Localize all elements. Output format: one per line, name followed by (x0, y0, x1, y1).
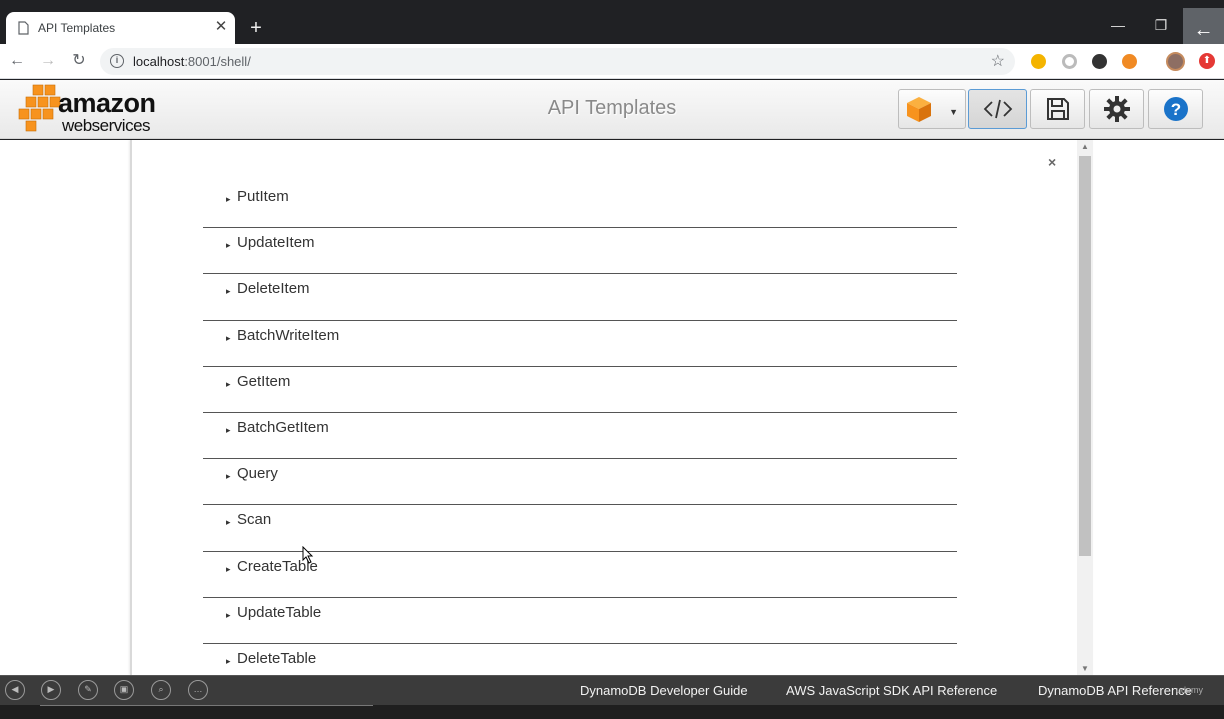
expand-arrow-icon: ▸ (226, 424, 231, 435)
zoom-icon[interactable]: ⌕ (151, 680, 171, 700)
list-item[interactable]: ▸ UpdateTable (203, 598, 957, 644)
scrollbar-thumb[interactable] (1079, 156, 1091, 556)
update-icon[interactable]: ⬆ (1199, 53, 1215, 69)
cube-icon (907, 97, 931, 122)
list-item-label: DeleteItem (237, 280, 310, 298)
restore-button[interactable]: ❐ (1141, 14, 1181, 36)
url-path: :8001/shell/ (184, 54, 251, 69)
address-bar[interactable]: i localhost:8001/shell/ ☆ (100, 48, 1015, 75)
help-button[interactable]: ? (1148, 89, 1203, 129)
list-item-label: UpdateItem (237, 234, 315, 252)
video-progress-fill (40, 705, 373, 706)
list-item[interactable]: ▸ BatchWriteItem (203, 321, 957, 367)
expand-arrow-icon: ▸ (226, 655, 231, 666)
extension-icon[interactable] (1062, 54, 1077, 69)
dynamodb-menu-button[interactable]: ▼ (898, 89, 966, 129)
svg-text:?: ? (1170, 100, 1180, 119)
tab-title: API Templates (38, 21, 116, 35)
list-item[interactable]: ▸ BatchGetItem (203, 413, 957, 460)
save-button[interactable] (1030, 89, 1085, 129)
forward-button[interactable]: → (37, 50, 59, 72)
browser-tab[interactable]: API Templates ✕ (6, 12, 235, 44)
expand-arrow-icon: ▸ (226, 563, 231, 574)
url-host: localhost (133, 54, 185, 69)
list-item-label: PutItem (237, 188, 289, 205)
code-view-button[interactable] (968, 89, 1027, 129)
main-content: × ▸ PutItem ▸ UpdateItem ▸ DeleteItem ▸ Batc… (0, 140, 1224, 691)
expand-arrow-icon: ▸ (226, 378, 231, 389)
list-item-label: BatchWriteItem (237, 326, 340, 344)
api-template-list: ▸ PutItem ▸ UpdateItem ▸ DeleteItem ▸ BatchW… (203, 182, 957, 691)
chevron-down-icon: ▼ (949, 107, 958, 117)
list-item[interactable]: ▸ PutItem (203, 182, 957, 229)
screens-icon[interactable]: ▣ (114, 680, 134, 700)
list-item-label: DeleteTable (237, 649, 317, 667)
udemy-watermark: udemy (1176, 685, 1204, 695)
pen-icon[interactable]: ✎ (78, 680, 98, 700)
list-item[interactable]: ▸ GetItem (203, 367, 957, 413)
extension-icon[interactable] (1122, 54, 1137, 69)
browser-toolbar: ← → ↻ i localhost:8001/shell/ ☆ ⬆ (0, 44, 1224, 79)
expand-arrow-icon: ▸ (226, 240, 231, 251)
scroll-down-icon[interactable]: ▼ (1081, 664, 1089, 673)
page-icon (18, 21, 29, 35)
extension-icon[interactable] (1092, 54, 1107, 69)
list-item[interactable]: ▸ CreateTable (203, 552, 957, 598)
expand-arrow-icon: ▸ (226, 471, 231, 482)
list-item[interactable]: ▸ UpdateItem (203, 228, 957, 275)
app-header: amazon webservices API Templates ▼ ? (0, 80, 1224, 139)
new-tab-button[interactable]: + (245, 17, 267, 39)
play-icon[interactable]: ▶ (41, 680, 61, 700)
expand-arrow-icon: ▸ (226, 517, 231, 528)
list-item-label: UpdateTable (237, 603, 322, 621)
scrollbar[interactable]: ▲ ▼ (1077, 140, 1093, 675)
mouse-cursor-icon (302, 546, 314, 564)
list-item-label: BatchGetItem (237, 418, 329, 436)
settings-button[interactable] (1089, 89, 1144, 129)
previous-icon[interactable]: ◀ (5, 680, 25, 700)
list-item-label: GetItem (237, 372, 291, 390)
extension-icon[interactable] (1031, 54, 1046, 69)
minimize-button[interactable]: — (1098, 14, 1138, 36)
modal-close-button[interactable]: × (1048, 154, 1056, 170)
reload-button[interactable]: ↻ (68, 50, 90, 72)
tab-close-icon[interactable]: ✕ (212, 18, 230, 36)
footer-link-api-reference[interactable]: DynamoDB API Reference (1038, 683, 1192, 698)
bookmark-star-icon[interactable]: ☆ (991, 51, 1005, 71)
list-item-label: Scan (237, 511, 272, 529)
back-button[interactable]: ← (6, 50, 28, 72)
expand-arrow-icon: ▸ (226, 609, 231, 620)
avatar[interactable] (1166, 52, 1185, 71)
url-text: localhost:8001/shell/ (133, 54, 251, 69)
footer-link-js-sdk-reference[interactable]: AWS JavaScript SDK API Reference (786, 683, 997, 698)
save-icon (1046, 98, 1069, 120)
info-icon[interactable]: i (110, 54, 124, 68)
help-icon: ? (1163, 97, 1188, 121)
code-icon (983, 99, 1012, 119)
list-item-label: Query (237, 465, 278, 483)
more-icon[interactable]: … (188, 680, 208, 700)
expand-arrow-icon: ▸ (226, 286, 231, 297)
gear-icon (1103, 96, 1130, 122)
video-progress-strip (0, 705, 1224, 719)
list-item[interactable]: ▸ DeleteItem (203, 274, 957, 321)
bottom-bar: ◀ ▶ ✎ ▣ ⌕ … DynamoDB Developer Guide AWS… (0, 675, 1224, 705)
list-item[interactable]: ▸ Scan (203, 505, 957, 552)
expand-arrow-icon: ▸ (226, 332, 231, 343)
browser-tab-strip: API Templates ✕ + — ❐ ← (0, 0, 1224, 54)
expand-arrow-icon: ▸ (226, 194, 231, 204)
scroll-up-icon[interactable]: ▲ (1081, 142, 1089, 151)
list-item[interactable]: ▸ Query (203, 459, 957, 506)
footer-link-developer-guide[interactable]: DynamoDB Developer Guide (580, 683, 748, 698)
